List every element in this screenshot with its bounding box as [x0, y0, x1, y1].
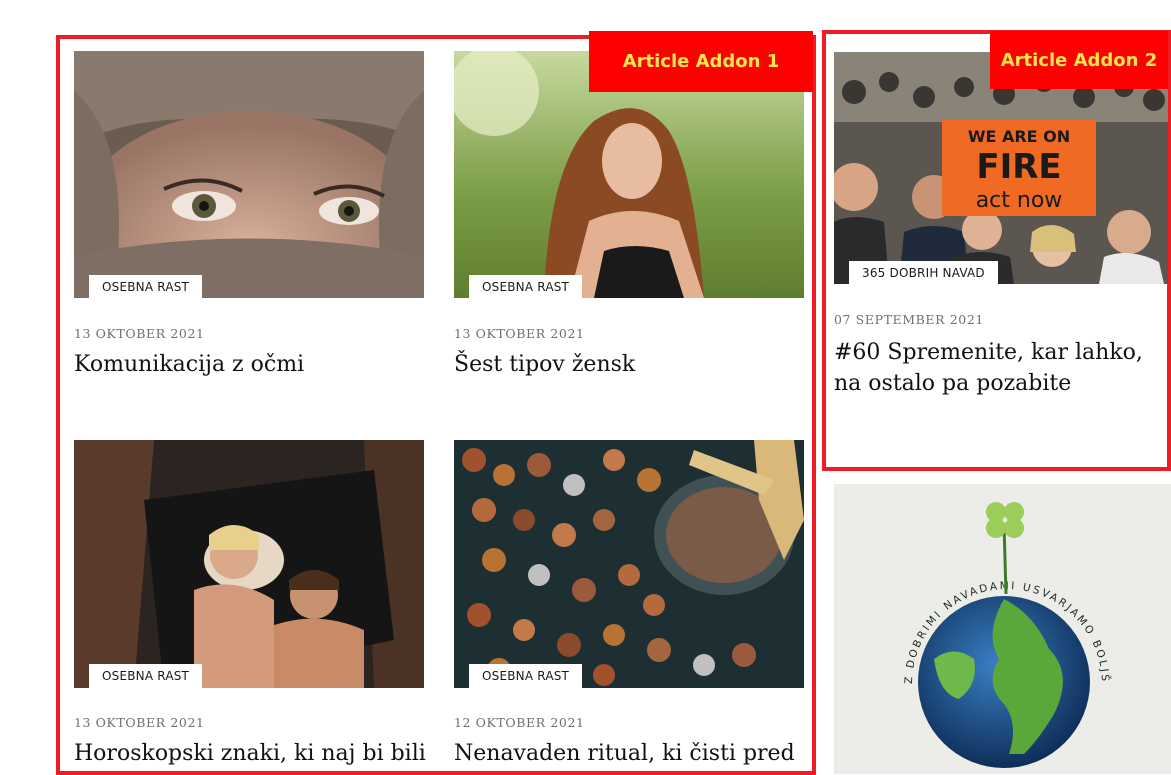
article-date: 13 OKTOBER 2021	[74, 715, 205, 730]
article-title-link[interactable]: Komunikacija z očmi	[74, 352, 304, 377]
couple-with-dog-photo	[74, 440, 424, 688]
article-title-link[interactable]: #60 Spremenite, kar lahko, na ostalo pa …	[834, 340, 1143, 396]
article-image-link[interactable]	[454, 440, 804, 688]
article-image-link[interactable]	[74, 51, 424, 298]
woman-eyes-veil-photo	[74, 51, 424, 298]
category-badge[interactable]: 365 DOBRIH NAVAD	[849, 261, 998, 285]
article-image-link[interactable]	[74, 440, 424, 688]
article-date: 13 OKTOBER 2021	[74, 326, 205, 341]
svg-text:act now: act now	[976, 188, 1063, 213]
article-date: 13 OKTOBER 2021	[454, 326, 585, 341]
article-date: 07 SEPTEMBER 2021	[834, 312, 984, 327]
ad-banner[interactable]: Z DOBRIMI NAVADAMI USVARJAMO BOLJŠI SVET	[834, 484, 1171, 774]
earth-clover-graphic: Z DOBRIMI NAVADAMI USVARJAMO BOLJŠI SVET	[834, 484, 1110, 768]
category-badge[interactable]: OSEBNA RAST	[469, 275, 583, 299]
article-addon-2-label: Article Addon 2	[990, 31, 1168, 89]
article-addon-1-label: Article Addon 1	[589, 31, 813, 92]
category-badge[interactable]: OSEBNA RAST	[89, 664, 203, 688]
svg-text:WE ARE ON: WE ARE ON	[968, 127, 1070, 146]
coins-jar-photo	[454, 440, 804, 688]
article-date: 12 OKTOBER 2021	[454, 715, 585, 730]
article-title-link[interactable]: Šest tipov žensk	[454, 352, 635, 377]
category-badge[interactable]: OSEBNA RAST	[89, 275, 203, 299]
category-badge[interactable]: OSEBNA RAST	[469, 664, 583, 688]
svg-text:FIRE: FIRE	[976, 147, 1061, 187]
